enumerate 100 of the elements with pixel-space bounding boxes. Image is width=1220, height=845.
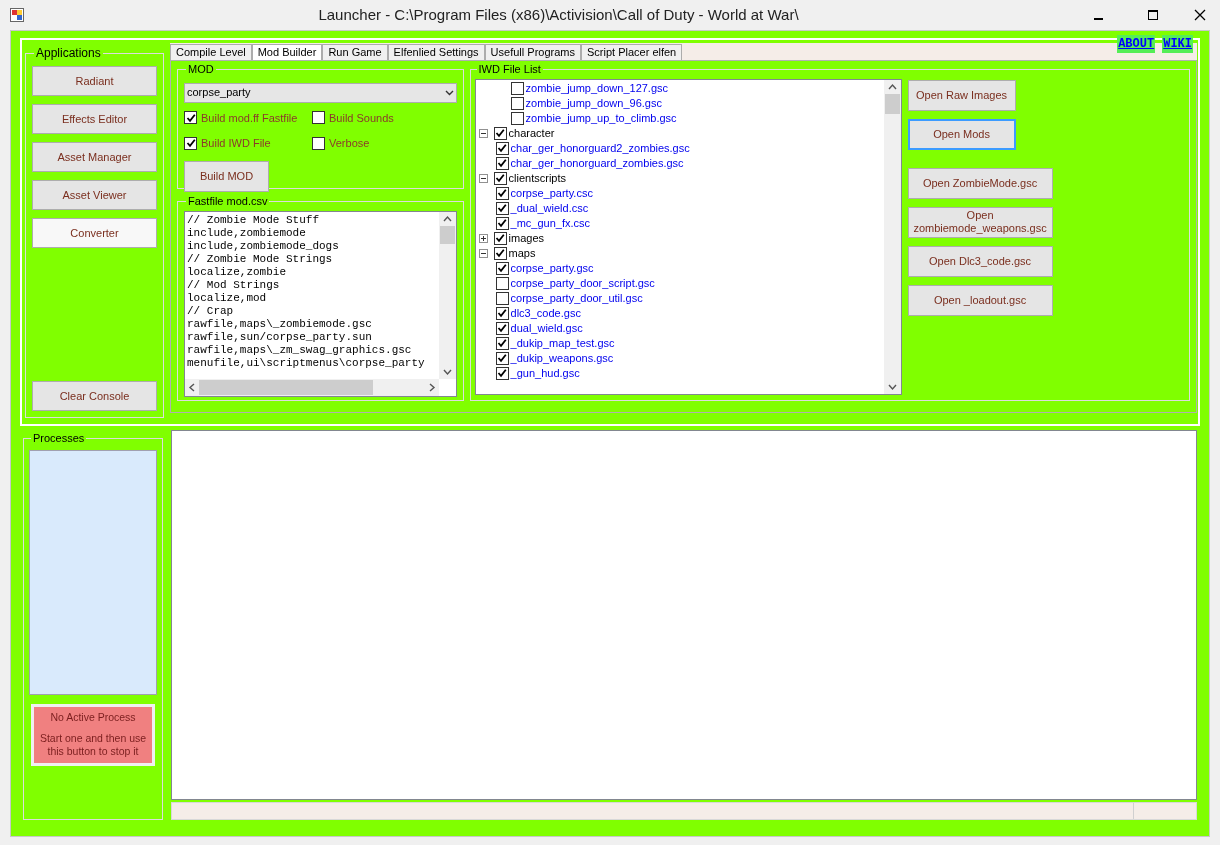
clear-console-button[interactable]: Clear Console xyxy=(32,381,157,411)
app-button[interactable]: Asset Manager xyxy=(32,142,157,172)
code-line: rawfile,maps\_zombiemode.gsc xyxy=(187,317,373,331)
collapse-icon[interactable] xyxy=(478,173,488,183)
folder-item[interactable]: images xyxy=(508,229,545,247)
checkbox[interactable] xyxy=(493,246,507,260)
file-item[interactable]: _mc_gun_fx.csc xyxy=(510,214,591,232)
code-line: menufile,ui\scriptmenus\corpse_party xyxy=(187,356,426,370)
folder-item[interactable]: maps xyxy=(508,244,536,262)
group-title: IWD File List xyxy=(477,62,542,77)
scrollbar-thumb[interactable] xyxy=(439,225,455,244)
code-line: localize,zombie xyxy=(187,265,288,279)
file-item[interactable]: _dual_wield.csc xyxy=(510,199,589,217)
folder-item[interactable]: clientscripts xyxy=(508,169,567,187)
scrollbar-thumb[interactable] xyxy=(884,93,900,114)
checkbox[interactable] xyxy=(495,186,509,200)
checkbox[interactable] xyxy=(510,81,524,95)
group-title: MOD xyxy=(187,62,215,77)
maximize-icon[interactable] xyxy=(1147,9,1159,21)
checkbox-label: Build IWD File xyxy=(201,136,271,151)
code-line: // Zombie Mode Strings xyxy=(187,252,334,266)
checkbox[interactable] xyxy=(493,126,507,140)
file-item[interactable]: zombie_jump_up_to_climb.gsc xyxy=(525,109,677,127)
build-mod-button[interactable]: Build MOD xyxy=(184,160,269,192)
tab[interactable]: Compile Level xyxy=(170,44,252,60)
code-line: include,zombiemode_dogs xyxy=(187,239,340,253)
app-button[interactable]: Radiant xyxy=(32,66,157,96)
file-item[interactable]: char_ger_honorguard2_zombies.gsc xyxy=(510,139,690,157)
file-tree[interactable] xyxy=(474,78,902,395)
checkbox[interactable] xyxy=(495,141,509,155)
window-title: Launcher - C:\Program Files (x86)\Activision\Call of Duty - World at War\ xyxy=(317,4,800,25)
open-button[interactable]: Open _loadout.gsc xyxy=(907,284,1053,316)
checkbox[interactable] xyxy=(312,111,325,125)
file-item[interactable]: _dukip_map_test.gsc xyxy=(510,334,615,352)
file-item[interactable]: corpse_party.csc xyxy=(510,184,593,202)
collapse-icon[interactable] xyxy=(478,248,488,258)
app-button[interactable]: Effects Editor xyxy=(32,104,157,134)
close-icon[interactable] xyxy=(1194,9,1206,21)
checkbox-label: Verbose xyxy=(329,136,370,151)
folder-item[interactable]: character xyxy=(508,124,555,142)
checkbox[interactable] xyxy=(493,171,507,185)
checkbox[interactable] xyxy=(510,111,524,125)
file-item[interactable]: dual_wield.gsc xyxy=(510,319,583,337)
file-item[interactable]: zombie_jump_down_127.gsc xyxy=(525,79,669,97)
app-button[interactable]: Asset Viewer xyxy=(32,180,157,210)
checkbox[interactable] xyxy=(184,136,197,150)
file-item[interactable]: _dukip_weapons.gsc xyxy=(510,349,614,367)
checkbox[interactable] xyxy=(495,351,509,365)
checkbox[interactable] xyxy=(495,336,509,350)
app-button[interactable]: Converter xyxy=(32,218,157,248)
header-link[interactable]: ABOUT xyxy=(1117,35,1156,53)
open-button[interactable]: Open zombiemode_weapons.gsc xyxy=(907,206,1053,238)
open-button[interactable]: Open ZombieMode.gsc xyxy=(907,167,1053,199)
mod-dropdown[interactable]: corpse_party xyxy=(184,82,457,103)
checkbox[interactable] xyxy=(495,201,509,215)
tab[interactable]: Run Game xyxy=(322,44,388,60)
group-title: Fastfile mod.csv xyxy=(187,194,269,209)
collapse-icon[interactable] xyxy=(478,128,488,138)
tab[interactable]: Script Placer elfen xyxy=(580,44,683,60)
code-line: rawfile,sun/corpse_party.sun xyxy=(187,330,373,344)
code-line: // Mod Strings xyxy=(187,278,281,292)
tab[interactable]: Elfenlied Settings xyxy=(387,44,485,60)
checkbox[interactable] xyxy=(495,261,509,275)
stop-process-button[interactable]: No Active Process Start one and then use this button to stop it xyxy=(31,703,155,766)
code-line: rawfile,maps\_zm_swag_graphics.gsc xyxy=(187,343,413,357)
vertical-scrollbar[interactable] xyxy=(883,79,901,394)
code-line: // Crap xyxy=(187,304,235,318)
file-item[interactable]: _gun_hud.gsc xyxy=(510,364,580,382)
code-line: localize,mod xyxy=(187,291,268,305)
checkbox[interactable] xyxy=(493,231,507,245)
open-button[interactable]: Open Dlc3_code.gsc xyxy=(907,245,1053,277)
checkbox[interactable] xyxy=(495,306,509,320)
app-icon xyxy=(10,8,24,22)
checkbox-label: Build mod.ff Fastfile xyxy=(201,110,298,126)
open-button[interactable]: Open Mods xyxy=(907,118,1016,150)
file-item[interactable]: corpse_party.gsc xyxy=(510,259,594,277)
tab[interactable]: Usefull Programs xyxy=(484,44,581,60)
file-item[interactable]: zombie_jump_down_96.gsc xyxy=(525,94,662,112)
checkbox-label: Build Sounds xyxy=(329,110,394,126)
checkbox[interactable] xyxy=(495,366,509,380)
checkbox[interactable] xyxy=(495,276,509,290)
checkbox[interactable] xyxy=(312,136,325,150)
scrollbar-thumb[interactable] xyxy=(199,379,373,395)
checkbox[interactable] xyxy=(495,216,509,230)
checkbox[interactable] xyxy=(510,96,524,110)
file-item[interactable]: dlc3_code.gsc xyxy=(510,304,581,322)
checkbox[interactable] xyxy=(495,156,509,170)
file-item[interactable]: corpse_party_door_util.gsc xyxy=(510,289,643,307)
checkbox[interactable] xyxy=(184,111,197,125)
header-link[interactable]: WIKI xyxy=(1162,35,1193,53)
group-title: Applications xyxy=(35,45,102,62)
horizontal-scrollbar[interactable] xyxy=(185,378,439,396)
checkbox[interactable] xyxy=(495,321,509,335)
file-item[interactable]: corpse_party_door_script.gsc xyxy=(510,274,655,292)
file-item[interactable]: char_ger_honorguard_zombies.gsc xyxy=(510,154,684,172)
vertical-scrollbar[interactable] xyxy=(438,211,456,379)
open-button[interactable]: Open Raw Images xyxy=(907,79,1016,111)
checkbox[interactable] xyxy=(495,291,509,305)
expand-icon[interactable] xyxy=(478,233,488,243)
code-line: include,zombiemode xyxy=(187,226,307,240)
